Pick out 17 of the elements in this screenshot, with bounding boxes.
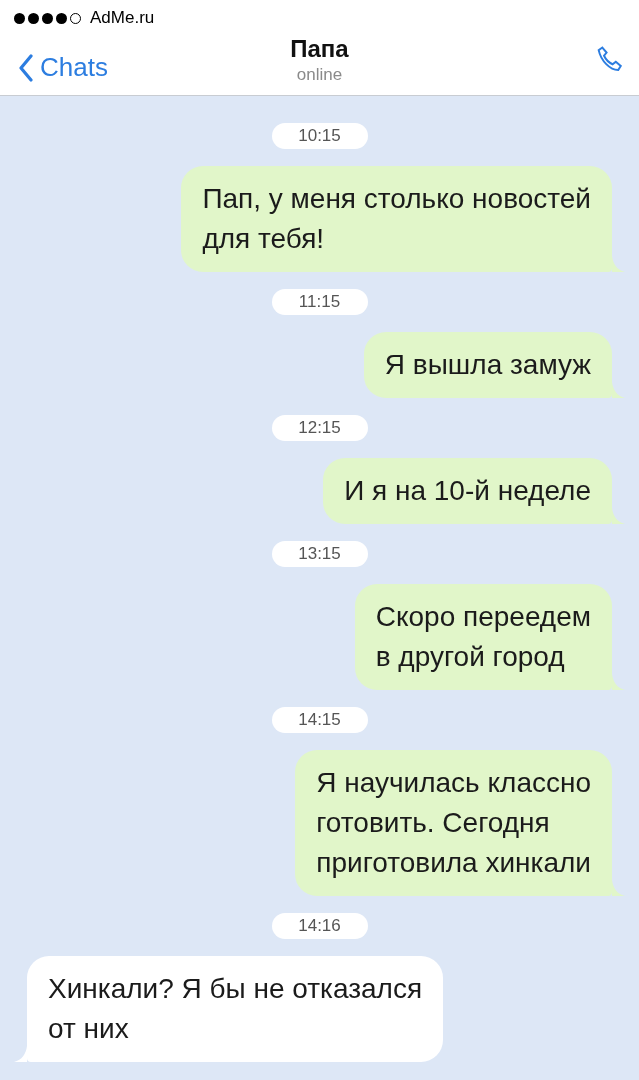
bubble-tail (612, 674, 625, 690)
timestamp-pill: 11:15 (271, 289, 368, 315)
timestamp-pill: 12:15 (271, 415, 368, 441)
bubble-tail (612, 382, 625, 398)
bubble-tail (14, 1046, 27, 1062)
back-button[interactable]: Chats (18, 48, 108, 87)
chat-title: Папа (290, 34, 349, 64)
contact-status: online (296, 64, 343, 86)
timestamp-pill: 10:15 (271, 123, 368, 149)
carrier-name: AdMe.ru (90, 8, 155, 28)
timestamp-pill: 14:16 (271, 913, 368, 939)
chevron-left-icon (18, 53, 34, 82)
bubble-tail (612, 256, 625, 272)
timestamp-pill: 13:15 (271, 541, 368, 567)
bubble-tail (612, 508, 625, 524)
timestamp-pill: 14:15 (271, 707, 368, 733)
bubble-tail (612, 880, 625, 896)
